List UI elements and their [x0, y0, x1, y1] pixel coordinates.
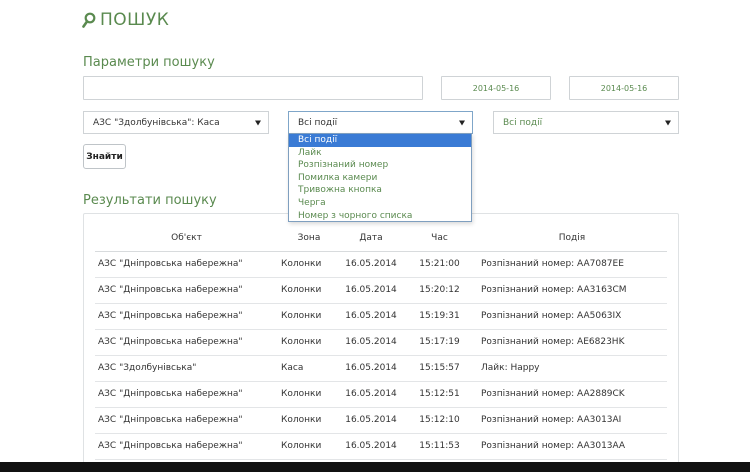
cell-time: 15:11:53 [402, 433, 477, 460]
window-bottom-bar [0, 462, 750, 472]
table-row[interactable]: АЗС "Дніпровська набережна" Колонки 16.0… [95, 251, 667, 278]
object-select[interactable]: АЗС "Здолбунівська": Каса [83, 111, 269, 134]
table-row[interactable]: АЗС "Дніпровська набережна" Колонки 16.0… [95, 433, 667, 460]
page-title-text: ПОШУК [100, 10, 170, 30]
search-button[interactable]: Знайти [83, 144, 126, 169]
zone-select-value: Всі події [503, 117, 543, 128]
table-row[interactable]: АЗС "Дніпровська набережна" Колонки 16.0… [95, 381, 667, 408]
cell-date: 16.05.2014 [340, 277, 402, 304]
cell-date: 16.05.2014 [340, 251, 402, 278]
cell-date: 16.05.2014 [340, 433, 402, 460]
cell-time: 15:12:10 [402, 407, 477, 434]
table-row[interactable]: АЗС "Дніпровська набережна" Колонки 16.0… [95, 277, 667, 304]
search-icon [82, 12, 96, 28]
dropdown-option-blacklist-number[interactable]: Номер з чорного списка [289, 210, 471, 223]
cell-time: 15:19:31 [402, 303, 477, 330]
column-header-object[interactable]: Об'єкт [95, 226, 278, 252]
chevron-down-icon [255, 120, 261, 125]
cell-object: АЗС "Здолбунівська" [95, 355, 278, 382]
cell-time: 15:21:00 [402, 251, 477, 278]
cell-event: Розпізнаний номер: AA3013AA [477, 433, 667, 460]
date-to-input[interactable]: 2014-05-16 [569, 76, 679, 100]
params-heading: Параметри пошуку [83, 55, 215, 70]
event-select-value: Всі події [298, 117, 338, 128]
cell-time: 15:17:19 [402, 329, 477, 356]
cell-date: 16.05.2014 [340, 355, 402, 382]
dropdown-option-camera-error[interactable]: Помилка камери [289, 172, 471, 185]
cell-event: Лайк: Happy [477, 355, 667, 382]
cell-date: 16.05.2014 [340, 381, 402, 408]
results-heading: Результати пошуку [83, 193, 217, 208]
page-title: ПОШУК [82, 10, 169, 30]
cell-date: 16.05.2014 [340, 303, 402, 330]
dropdown-option-queue[interactable]: Черга [289, 197, 471, 210]
cell-date: 16.05.2014 [340, 329, 402, 356]
date-from-input[interactable]: 2014-05-16 [441, 76, 551, 100]
cell-event: Розпізнаний номер: AA7087EE [477, 251, 667, 278]
cell-event: Розпізнаний номер: AA2889CK [477, 381, 667, 408]
table-row[interactable]: АЗС "Здолбунівська" Каса 16.05.2014 15:1… [95, 355, 667, 382]
cell-time: 15:20:12 [402, 277, 477, 304]
column-header-time[interactable]: Час [402, 226, 477, 252]
cell-zone: Колонки [278, 251, 340, 278]
cell-event: Розпізнаний номер: AA5063IX [477, 303, 667, 330]
cell-object: АЗС "Дніпровська набережна" [95, 407, 278, 434]
chevron-down-icon [459, 120, 465, 125]
cell-zone: Колонки [278, 407, 340, 434]
cell-event: Розпізнаний номер: AA3013AI [477, 407, 667, 434]
zone-select[interactable]: Всі події [493, 111, 679, 134]
cell-zone: Колонки [278, 277, 340, 304]
cell-zone: Колонки [278, 303, 340, 330]
cell-time: 15:15:57 [402, 355, 477, 382]
cell-zone: Колонки [278, 381, 340, 408]
table-row[interactable]: АЗС "Дніпровська набережна" Колонки 16.0… [95, 329, 667, 356]
dropdown-option-like[interactable]: Лайк [289, 147, 471, 160]
column-header-date[interactable]: Дата [340, 226, 402, 252]
column-header-zone[interactable]: Зона [278, 226, 340, 252]
cell-object: АЗС "Дніпровська набережна" [95, 329, 278, 356]
cell-object: АЗС "Дніпровська набережна" [95, 251, 278, 278]
event-select-dropdown: Всі події Лайк Розпізнаний номер Помилка… [288, 133, 472, 222]
cell-zone: Колонки [278, 433, 340, 460]
object-select-value: АЗС "Здолбунівська": Каса [93, 117, 220, 128]
table-row[interactable]: АЗС "Дніпровська набережна" Колонки 16.0… [95, 303, 667, 330]
cell-object: АЗС "Дніпровська набережна" [95, 303, 278, 330]
cell-object: АЗС "Дніпровська набережна" [95, 433, 278, 460]
cell-object: АЗС "Дніпровська набережна" [95, 381, 278, 408]
table-header-row: Об'єкт Зона Дата Час Подія [95, 226, 667, 252]
event-select[interactable]: Всі події [288, 111, 473, 134]
cell-event: Розпізнаний номер: AE6823HK [477, 329, 667, 356]
cell-event: Розпізнаний номер: AA3163CM [477, 277, 667, 304]
dropdown-option-all-events[interactable]: Всі події [289, 134, 471, 147]
results-table: Об'єкт Зона Дата Час Подія АЗС "Дніпровс… [95, 226, 667, 460]
cell-zone: Каса [278, 355, 340, 382]
cell-zone: Колонки [278, 329, 340, 356]
dropdown-option-alarm-button[interactable]: Тривожна кнопка [289, 184, 471, 197]
dropdown-option-recognized-number[interactable]: Розпізнаний номер [289, 159, 471, 172]
cell-date: 16.05.2014 [340, 407, 402, 434]
chevron-down-icon [665, 120, 671, 125]
column-header-event[interactable]: Подія [477, 226, 667, 252]
cell-time: 15:12:51 [402, 381, 477, 408]
cell-object: АЗС "Дніпровська набережна" [95, 277, 278, 304]
table-row[interactable]: АЗС "Дніпровська набережна" Колонки 16.0… [95, 407, 667, 434]
search-query-input[interactable] [83, 76, 423, 100]
